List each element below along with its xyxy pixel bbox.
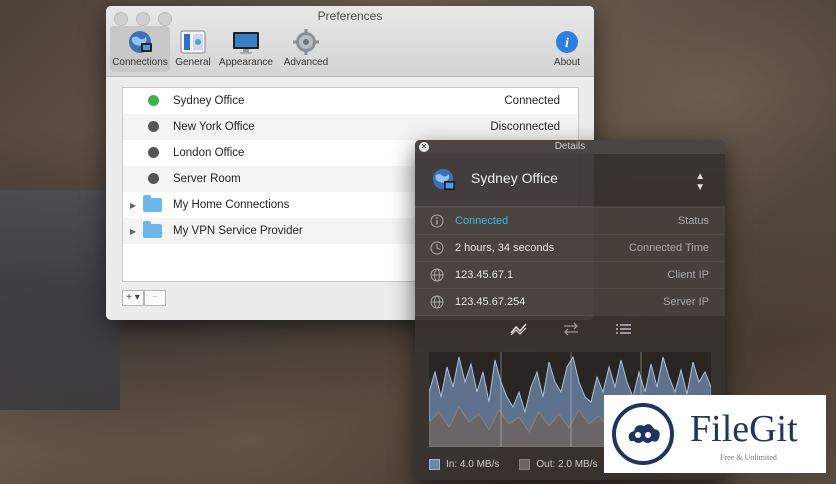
globe-icon xyxy=(430,295,444,309)
info-row-status: Connected Status xyxy=(415,207,725,234)
out-legend-swatch xyxy=(519,459,531,470)
info-icon xyxy=(430,214,444,228)
traffic-legend: In: 4.0 MB/s Out: 2.0 MB/s xyxy=(429,459,598,470)
details-title: Details xyxy=(554,141,586,152)
info-row-time: 2 hours, 34 seconds Connected Time xyxy=(415,234,725,261)
connection-name: Sydney Office xyxy=(471,170,558,186)
list-buttons: + ▾ − xyxy=(122,290,166,306)
tab-general[interactable]: General xyxy=(170,26,216,72)
info-section: Connected Status 2 hours, 34 seconds Con… xyxy=(415,207,725,315)
folder-icon xyxy=(143,195,162,212)
toolbar: Connections General Appearance Advanced … xyxy=(110,26,590,74)
info-row-client-ip: 123.45.67.1 Client IP xyxy=(415,261,725,288)
svg-text:i: i xyxy=(565,36,569,51)
about-button[interactable]: i About xyxy=(544,26,590,72)
details-titlebar: ✕ Details xyxy=(415,140,725,154)
gear-icon xyxy=(293,29,319,55)
info-row-server-ip: 123.45.67.254 Server IP xyxy=(415,288,725,315)
in-legend-label: In: 4.0 MB/s xyxy=(446,459,500,470)
lock-icon xyxy=(148,121,159,132)
filegit-watermark: FileGit Free & Unlimited xyxy=(604,395,826,473)
folder-icon xyxy=(143,221,162,238)
filegit-name: FileGit xyxy=(690,408,798,450)
titlebar: Preferences Connections General Appearan… xyxy=(106,6,594,77)
filegit-logo-icon xyxy=(612,403,674,465)
lock-icon xyxy=(148,95,159,106)
graph-tab-icon[interactable] xyxy=(509,321,529,337)
lock-icon xyxy=(148,173,159,184)
filegit-tagline: Free & Unlimited xyxy=(720,453,777,462)
updown-chevron-icon[interactable]: ▲ ▼ xyxy=(695,171,705,193)
tab-advanced[interactable]: Advanced xyxy=(276,26,336,72)
in-legend-swatch xyxy=(429,459,440,470)
tab-connections[interactable]: Connections xyxy=(110,26,170,72)
info-icon: i xyxy=(556,31,578,53)
window-title: Preferences xyxy=(317,9,383,23)
close-icon[interactable]: ✕ xyxy=(419,142,429,152)
out-legend-label: Out: 2.0 MB/s xyxy=(536,459,598,470)
cloud-icon xyxy=(628,424,660,443)
connection-selector[interactable]: Sydney Office ▲ ▼ xyxy=(415,154,725,207)
lock-icon xyxy=(148,147,159,158)
disclosure-triangle-icon[interactable]: ▶ xyxy=(130,227,136,236)
display-icon xyxy=(233,32,259,54)
disclosure-triangle-icon[interactable]: ▶ xyxy=(130,201,136,210)
switch-icon xyxy=(180,30,206,54)
details-tabs xyxy=(415,315,725,342)
list-item[interactable]: Sydney Office Connected xyxy=(123,88,578,114)
globe-icon xyxy=(129,31,152,53)
add-button[interactable]: + ▾ xyxy=(122,290,144,306)
list-tab-icon[interactable] xyxy=(613,321,633,337)
tab-appearance[interactable]: Appearance xyxy=(216,26,276,72)
wallpaper-sea xyxy=(0,190,120,410)
remove-button[interactable]: − xyxy=(144,290,166,306)
globe-icon xyxy=(430,268,444,282)
globe-icon xyxy=(432,168,456,191)
clock-icon xyxy=(430,241,444,255)
list-item[interactable]: New York Office Disconnected xyxy=(123,114,578,140)
transfer-tab-icon[interactable] xyxy=(561,321,581,337)
